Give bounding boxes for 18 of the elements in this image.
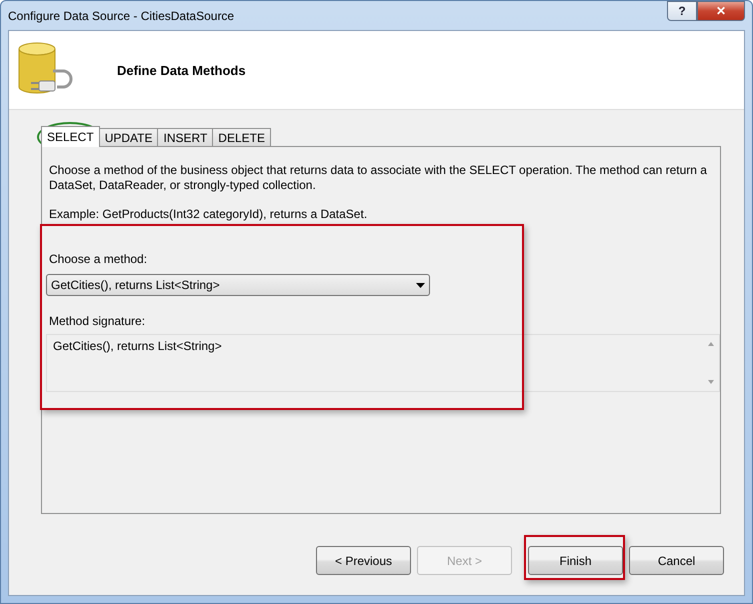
tab[interactable]: DELETE bbox=[212, 128, 271, 147]
tab[interactable]: INSERT bbox=[157, 128, 214, 147]
window-title: Configure Data Source - CitiesDataSource bbox=[8, 8, 234, 22]
wizard-button[interactable]: < Previous bbox=[316, 546, 411, 575]
description-text: Choose a method of the business object that returns data to associate with the SELECT operation. The method can return a DataSet, DataReader, or strongly-typed collection. bbox=[49, 163, 708, 193]
method-dropdown[interactable]: GetCities(), returns List<String> bbox=[46, 274, 430, 296]
tab[interactable]: UPDATE bbox=[98, 128, 158, 147]
signature-field[interactable]: GetCities(), returns List<String> bbox=[46, 334, 720, 392]
wizard-button[interactable]: Finish bbox=[528, 546, 623, 575]
help-button[interactable]: ? bbox=[667, 1, 697, 21]
tab[interactable]: SELECT bbox=[41, 126, 100, 147]
dropdown-caret-icon bbox=[416, 282, 425, 288]
method-label: Choose a method: bbox=[49, 252, 148, 266]
page-title: Define Data Methods bbox=[117, 62, 246, 78]
signature-label: Method signature: bbox=[49, 314, 146, 328]
wizard-button[interactable]: Cancel bbox=[629, 546, 724, 575]
example-text: Example: GetProducts(Int32 categoryId), returns a DataSet. bbox=[49, 207, 368, 222]
close-button[interactable]: ✕ bbox=[697, 1, 745, 21]
